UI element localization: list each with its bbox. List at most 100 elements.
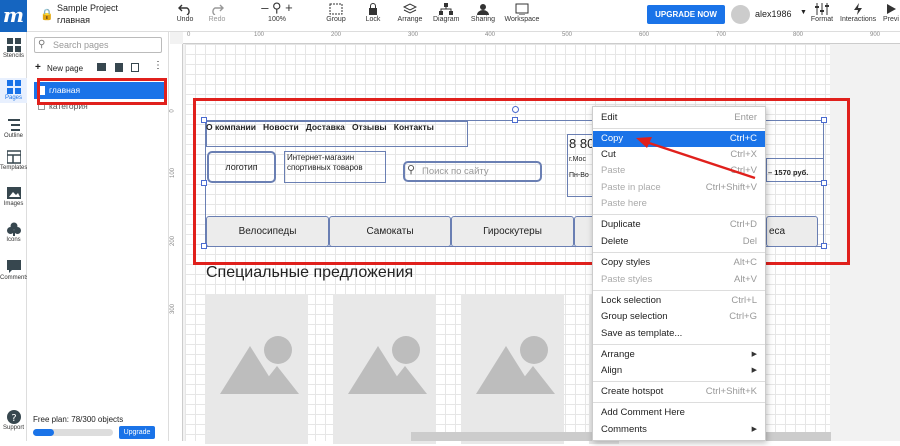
menu-item-lock-selection[interactable]: Lock selection Ctrl+L [593,293,765,309]
left-sidebar: Stencils Pages Outline Templates Images … [0,32,30,441]
menu-label: Arrange [601,349,635,360]
interactions-button[interactable]: Interactions [840,0,876,32]
menu-shortcut: Ctrl+L [731,295,757,306]
menu-item-create-hotspot[interactable]: Create hotspot Ctrl+Shift+K [593,384,765,400]
plan-progress-fill [33,429,54,436]
user-menu-chevron-icon[interactable]: ▼ [800,9,807,16]
ruler-tick: 300 [170,303,177,315]
menu-label: Align [601,365,623,376]
menu-item-save-as-template[interactable]: Save as template... [593,326,765,342]
sharing-label: Sharing [470,16,496,23]
sidebar-label: Icons [6,237,21,243]
menu-item-align[interactable]: Align ▶ [593,363,765,379]
lock-icon: 🔒 [40,9,54,21]
search-pages-input[interactable]: Search pages [34,37,162,53]
ruler-tick: 300 [408,32,419,38]
username[interactable]: alex1986 [755,9,792,19]
menu-label: Lock selection [601,295,662,306]
workspace-button[interactable]: Workspace [504,0,540,32]
menu-shortcut: Ctrl+D [729,219,757,230]
horizontal-ruler: 0 100 200 300 400 500 600 700 800 900 [183,32,900,44]
menu-item-edit[interactable]: Edit Enter [593,110,765,126]
ruler-tick: 900 [870,32,881,38]
pages-icon [6,80,21,94]
new-page-button[interactable]: New page [47,64,83,73]
ruler-tick: 200 [170,235,177,247]
menu-item-group-selection[interactable]: Group selection Ctrl+G [593,309,765,325]
menu-item-add-comment-here[interactable]: Add Comment Here [593,405,765,421]
sidebar-label: Templates [0,165,28,171]
more-options-icon[interactable]: ⋮ [153,60,163,71]
format-button[interactable]: Format [810,0,834,32]
format-label: Format [810,16,834,23]
diagram-button[interactable]: Diagram [433,0,459,32]
upgrade-now-button[interactable]: UPGRADE NOW [647,5,725,24]
upgrade-button[interactable]: Upgrade [119,426,155,439]
vertical-ruler: 0 100 200 300 [170,44,183,441]
diagram-label: Diagram [433,16,460,23]
undo-button[interactable]: Undo [173,0,197,32]
arrange-button[interactable]: Arrange [395,0,425,32]
menu-divider [593,381,765,382]
group-button[interactable]: Group [325,0,347,32]
redo-icon [212,4,224,15]
comments-icon [6,260,21,273]
menu-label: Cut [601,149,616,160]
zoom-control[interactable]: – ⚲ + 100% [257,0,297,32]
lock-button[interactable]: Lock [363,0,383,32]
menu-item-copy-styles[interactable]: Copy styles Alt+C [593,255,765,271]
menu-item-delete[interactable]: Delete Del [593,234,765,250]
menu-label: Paste here [601,198,647,209]
new-folder-icon[interactable] [97,63,106,71]
menu-label: Delete [601,236,629,247]
menu-shortcut: Ctrl+Shift+K [705,386,757,397]
project-name[interactable]: Sample Project [57,3,118,13]
sidebar-item-outline[interactable]: Outline [0,118,27,139]
sidebar-item-pages[interactable]: Pages [0,78,27,103]
special-offers-title: Специальные предложения [206,264,414,281]
sidebar-item-images[interactable]: Images [0,186,27,207]
menu-label: Add Comment Here [601,407,685,418]
annotation-arrow-icon [636,137,756,180]
menu-shortcut: Alt+V [734,274,757,285]
lock-icon [369,3,377,15]
app-logo[interactable]: m [0,0,27,32]
duplicate-page-icon[interactable] [131,63,139,72]
menu-item-duplicate[interactable]: Duplicate Ctrl+D [593,217,765,233]
ruler-tick: 600 [639,32,650,38]
sidebar-item-stencils[interactable]: Stencils [0,38,27,59]
image-placeholder-icon [348,336,427,394]
diagram-icon [439,3,453,15]
avatar[interactable] [731,5,750,24]
delete-page-icon[interactable] [115,63,123,72]
sidebar-label: Stencils [2,53,24,59]
image-placeholder[interactable] [205,294,308,444]
menu-item-paste-styles[interactable]: Paste styles Alt+V [593,272,765,288]
sidebar-item-icons[interactable]: Icons [0,222,27,243]
image-placeholder[interactable] [333,294,436,444]
sidebar-item-support[interactable]: ? Support [0,410,27,431]
sidebar-label: Comments [0,275,30,281]
menu-label: Comments [601,424,647,435]
sidebar-item-templates[interactable]: Templates [0,150,27,171]
menu-item-paste-here[interactable]: Paste here [593,196,765,212]
sidebar-label: Support [2,425,24,431]
sidebar-label: Pages [4,95,22,101]
menu-item-comments[interactable]: Comments ▶ [593,422,765,438]
menu-divider [593,290,765,291]
support-icon: ? [6,410,21,424]
sharing-button[interactable]: Sharing [470,0,496,32]
svg-text:?: ? [11,413,16,424]
preview-button[interactable]: Previ [880,0,900,32]
new-page-plus-icon[interactable]: + [35,62,41,73]
arrange-icon [403,3,417,14]
image-placeholder[interactable] [461,294,564,444]
plan-status: Free plan: 78/300 objects [33,415,124,424]
menu-shortcut: Enter [734,112,757,123]
ruler-tick: 700 [716,32,727,38]
menu-item-arrange[interactable]: Arrange ▶ [593,347,765,363]
preview-label: Previ [883,16,899,23]
sidebar-item-comments[interactable]: Comments [0,260,30,281]
redo-button[interactable]: Redo [205,0,229,32]
ruler-tick: 100 [170,167,177,179]
